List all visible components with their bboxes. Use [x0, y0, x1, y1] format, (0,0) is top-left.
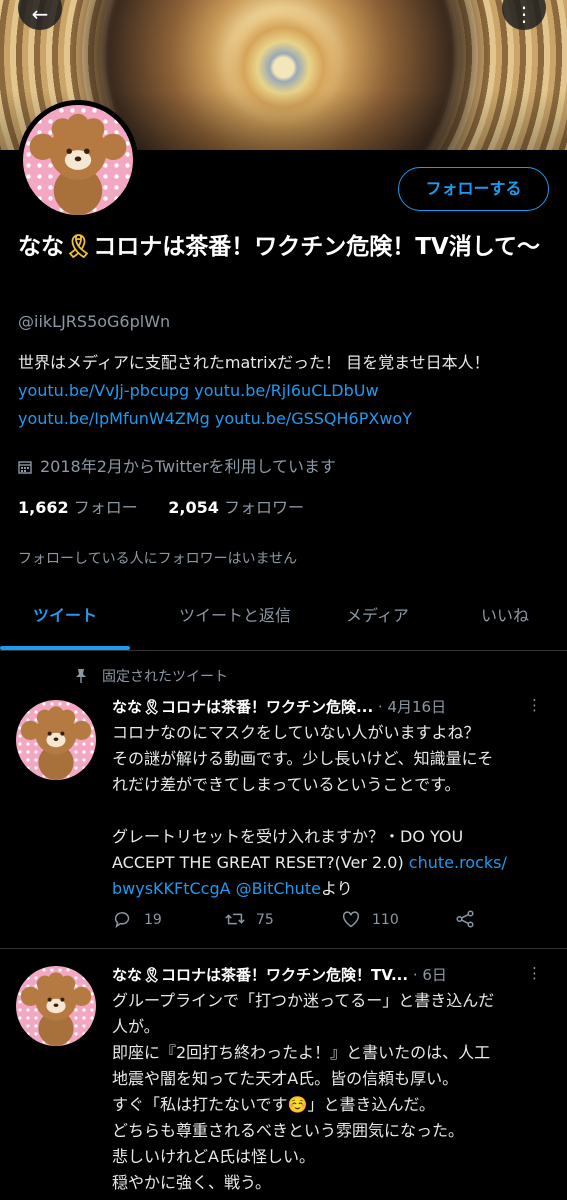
followers-count: 2,054 [168, 498, 219, 517]
followers-label: フォロワー [223, 498, 304, 517]
tweet-date[interactable]: · 6日 [413, 966, 447, 984]
profile-tabs: ツイート ツイートと返信 メディア いいね [0, 588, 567, 651]
tweet-date[interactable]: · 4月16日 [378, 698, 446, 716]
tab-tweets-replies[interactable]: ツイートと返信 [140, 588, 330, 650]
tweet-author-name[interactable]: なな🎗コロナは茶番！ワクチン危険！TV... [112, 966, 408, 984]
name-prefix: なな [18, 234, 64, 260]
tweet-line: コロナなのにマスクをしていない人がいますよね？ [112, 723, 480, 742]
poodle-avatar-image [16, 966, 96, 1046]
tweet-line-text: ACCEPT THE GREAT RESET?(Ver 2.0) [112, 853, 409, 872]
tweet-more-icon[interactable]: ⋮ [527, 964, 542, 982]
follow-stats: 1,662 フォロー 2,054 フォロワー [18, 494, 304, 518]
tweet-line [112, 798, 552, 824]
share-button[interactable] [454, 908, 486, 930]
followers-link[interactable]: 2,054 フォロワー [168, 498, 304, 517]
tweet-actions: 19 75 110 [112, 908, 552, 938]
pin-icon [76, 669, 86, 683]
reply-count: 19 [144, 912, 162, 928]
bio-link[interactable]: youtu.be/IpMfunW4ZMg [18, 409, 210, 428]
pinned-text: 固定されたツイート [102, 669, 228, 685]
tweet-author-name[interactable]: なな🎗コロナは茶番！ワクチン危険... [112, 698, 373, 716]
reply-button[interactable]: 19 [112, 908, 162, 930]
tweet-header: なな🎗コロナは茶番！ワクチン危険！TV... · 6日 ⋮ [112, 964, 542, 985]
tweet-line: bwysKKFtCcgA @BitChuteより [112, 876, 552, 902]
share-icon [456, 910, 474, 928]
poodle-avatar-image [23, 105, 133, 215]
joined-text: 2018年2月からTwitterを利用しています [40, 457, 337, 476]
tweet-line: 地震や闇を知ってた天才A氏。皆の信頼も厚い。 [112, 1069, 459, 1088]
tweet-line: 即座に『2回打ち終わったよ！』と書いたのは、人工 [112, 1043, 491, 1062]
retweet-button[interactable]: 75 [224, 908, 274, 930]
tab-tweets[interactable]: ツイート [0, 588, 130, 650]
joined-date: 2018年2月からTwitterを利用しています [18, 453, 336, 477]
follow-button[interactable]: フォローする [398, 167, 549, 211]
profile-display-name: なな🎗コロナは茶番！ワクチン危険！TV消して〜 [18, 228, 553, 266]
tweet-link[interactable]: chute.rocks/ [409, 853, 507, 872]
bio-link[interactable]: youtu.be/RjI6uCLDbUw [194, 381, 378, 400]
tab-likes[interactable]: いいね [450, 588, 560, 650]
bio-link[interactable]: youtu.be/GSSQH6PXwoY [215, 409, 412, 428]
following-label: フォロー [73, 498, 138, 517]
more-vertical-icon: ⋮ [514, 2, 534, 26]
tweet-line: 悲しいけれどA氏は怪しい。 [112, 1147, 315, 1166]
retweet-count: 75 [256, 912, 274, 928]
tweet-link[interactable]: bwysKKFtCcgA [112, 879, 231, 898]
tweet-line: すぐ「私は打たないです☺️」と書き込んだ。 [112, 1095, 435, 1114]
bio-text: 世界はメディアに支配されたmatrixだった！ 目を覚ませ日本人！ [18, 353, 490, 372]
profile-bio: 世界はメディアに支配されたmatrixだった！ 目を覚ませ日本人！ youtu.… [18, 349, 548, 433]
heart-icon [342, 911, 360, 928]
poodle-avatar-image [16, 700, 96, 780]
like-count: 110 [372, 912, 399, 928]
reply-icon [114, 912, 130, 929]
tweet-line: グレートリセットを受け入れますか？・DO YOU [112, 827, 464, 846]
no-mutual-followers: フォローしている人にフォロワーはいません [18, 551, 298, 567]
like-button[interactable]: 110 [340, 908, 399, 930]
tweet-line: どちらも尊重されるべきという雰囲気になった。 [112, 1121, 465, 1140]
tweet-text: コロナなのにマスクをしていない人がいますよね？ その謎が解ける動画です。少し長い… [112, 720, 552, 902]
tweet-line: その謎が解ける動画です。少し長いけど、知識量にそ [112, 749, 494, 768]
tweet-avatar[interactable] [16, 966, 96, 1046]
tweet-suffix: より [320, 879, 353, 898]
calendar-icon [18, 461, 32, 474]
active-tab-indicator [0, 646, 130, 650]
tweet-line: れだけ差ができてしまっているということです。 [112, 775, 461, 794]
name-rest: コロナは茶番！ワクチン危険！TV消して〜 [93, 234, 541, 260]
following-link[interactable]: 1,662 フォロー [18, 498, 138, 517]
tweet-line: 人が。 [112, 1017, 160, 1036]
tweet-text: グループラインで「打つか迷ってるー」と書き込んだ 人が。 即座に『2回打ち終わっ… [112, 988, 552, 1196]
following-count: 1,662 [18, 498, 69, 517]
profile-avatar[interactable] [18, 100, 138, 220]
pinned-label: 固定されたツイート [74, 666, 228, 686]
tab-media[interactable]: メディア [320, 588, 435, 650]
back-arrow-icon: ← [31, 2, 49, 26]
tweet-avatar[interactable] [16, 700, 96, 780]
tweet-line: 穏やかに強く、戦う。 [112, 1173, 272, 1192]
profile-handle: @iikLJRS5oG6plWn [18, 312, 171, 331]
bio-link[interactable]: youtu.be/VvJj-pbcupg [18, 381, 189, 400]
tweet-line: グループラインで「打つか迷ってるー」と書き込んだ [112, 991, 495, 1010]
retweet-icon [225, 913, 245, 925]
yellow-ribbon-icon: 🎗 [64, 234, 94, 260]
tweet-divider [0, 948, 567, 949]
tweet-line: ACCEPT THE GREAT RESET?(Ver 2.0) chute.r… [112, 850, 552, 876]
tweet-header: なな🎗コロナは茶番！ワクチン危険... · 4月16日 ⋮ [112, 696, 542, 717]
tweet-mention[interactable]: @BitChute [236, 879, 321, 898]
tweet-more-icon[interactable]: ⋮ [527, 696, 542, 714]
